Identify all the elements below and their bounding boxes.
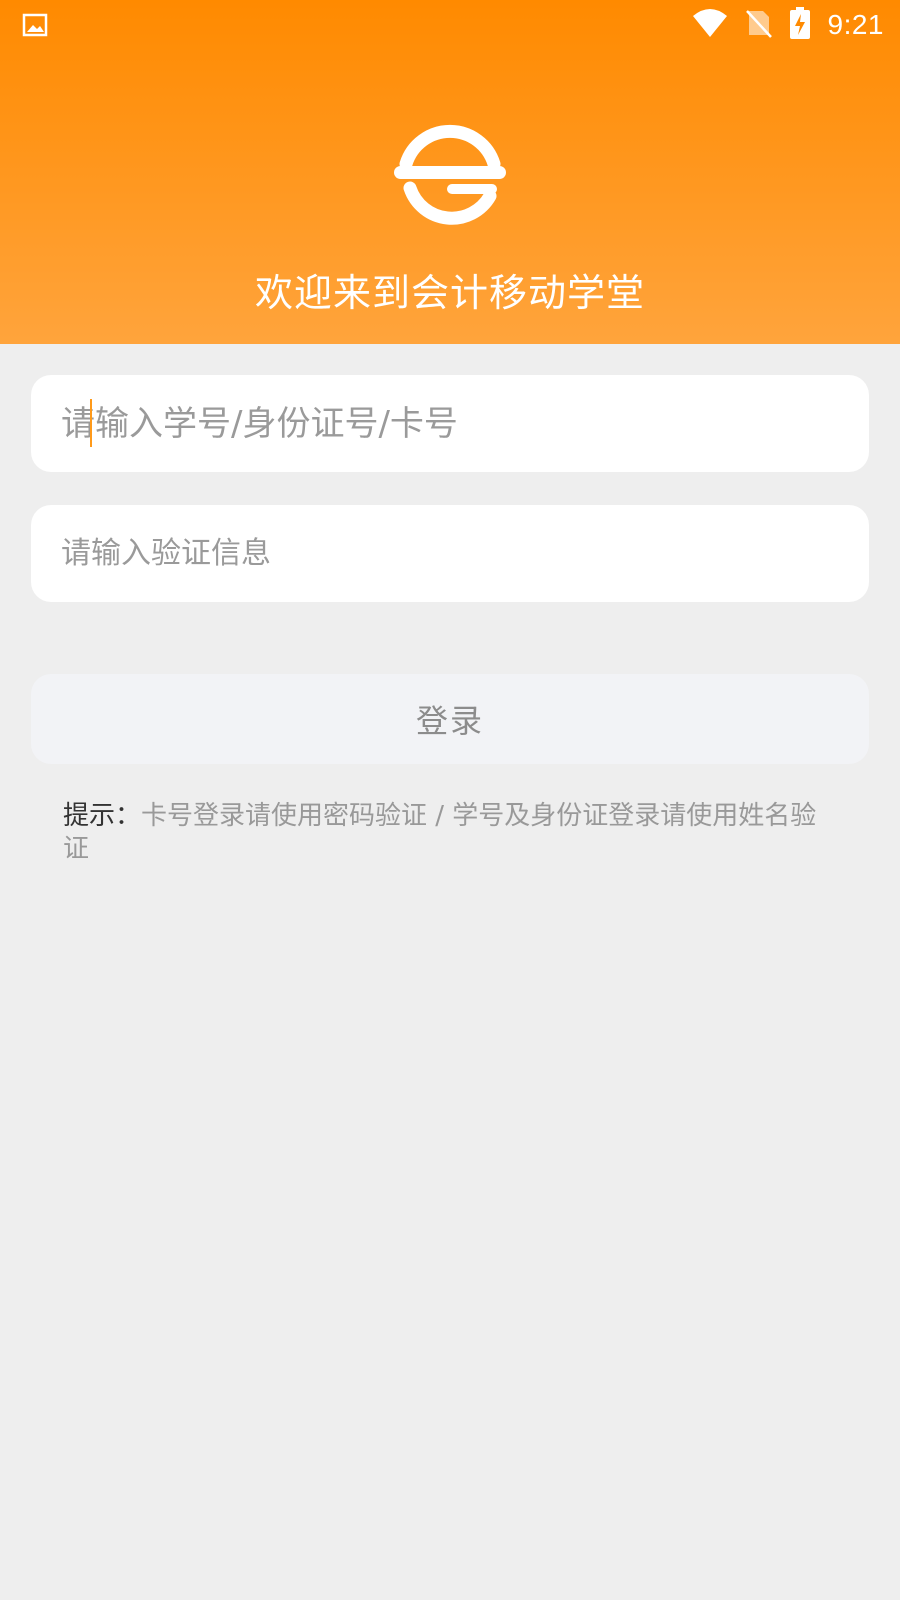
verify-field[interactable] <box>31 505 869 602</box>
header: 9:21 欢迎来到会计移动学堂 <box>0 0 900 344</box>
account-input[interactable] <box>61 375 841 472</box>
hint-text: 提示：卡号登录请使用密码验证 / 学号及身份证登录请使用姓名验证 <box>63 800 833 866</box>
app-logo <box>392 110 508 228</box>
status-time: 9:21 <box>827 9 884 40</box>
login-button[interactable]: 登录 <box>31 674 869 764</box>
no-sim-icon <box>745 8 772 42</box>
battery-charging-icon <box>789 7 810 43</box>
hint-label: 提示： <box>63 801 142 831</box>
image-icon <box>22 12 48 38</box>
verify-input[interactable] <box>61 505 841 602</box>
hint-content: 卡号登录请使用密码验证 / 学号及身份证登录请使用姓名验证 <box>63 801 817 864</box>
status-icons: 9:21 <box>692 6 885 44</box>
status-bar: 9:21 <box>0 0 900 50</box>
text-caret <box>90 399 92 447</box>
wifi-icon <box>692 8 728 42</box>
welcome-title: 欢迎来到会计移动学堂 <box>254 271 645 315</box>
account-field[interactable] <box>31 375 869 472</box>
